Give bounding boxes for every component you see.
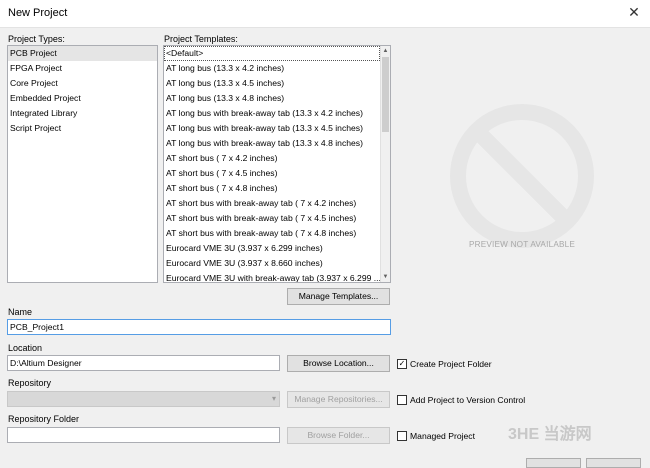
project-types-label: Project Types:	[8, 34, 65, 44]
create-folder-checkbox[interactable]: ✓	[397, 359, 407, 369]
repository-folder-label: Repository Folder	[8, 414, 80, 424]
templates-items: <Default> AT long bus (13.3 x 4.2 inches)…	[164, 46, 390, 282]
template-item[interactable]: AT long bus with break-away tab (13.3 x …	[164, 121, 380, 136]
template-item[interactable]: Eurocard VME 3U (3.937 x 8.660 inches)	[164, 256, 380, 271]
project-type-item[interactable]: PCB Project	[8, 46, 157, 61]
templates-scrollbar[interactable]: ▲ ▼	[380, 46, 390, 282]
check-icon: ✓	[398, 359, 406, 368]
no-entry-icon	[450, 104, 594, 248]
template-item[interactable]: Eurocard VME 3U (3.937 x 6.299 inches)	[164, 241, 380, 256]
template-item[interactable]: AT short bus with break-away tab ( 7 x 4…	[164, 211, 380, 226]
template-item[interactable]: AT short bus ( 7 x 4.8 inches)	[164, 181, 380, 196]
project-type-item[interactable]: FPGA Project	[8, 61, 157, 76]
project-type-item[interactable]: Integrated Library	[8, 106, 157, 121]
template-item[interactable]: AT long bus (13.3 x 4.5 inches)	[164, 76, 380, 91]
watermark: 3HE 当游网	[508, 426, 592, 443]
scroll-up-icon[interactable]: ▲	[381, 46, 390, 56]
manage-templates-button[interactable]: Manage Templates...	[287, 288, 390, 305]
project-templates-label: Project Templates:	[164, 34, 238, 44]
scrollbar-thumb[interactable]	[382, 57, 389, 132]
managed-project-checkbox[interactable]	[397, 431, 407, 441]
browse-folder-button[interactable]: Browse Folder...	[287, 427, 390, 444]
manage-repositories-button[interactable]: Manage Repositories...	[287, 391, 390, 408]
create-folder-label: Create Project Folder	[410, 359, 492, 369]
template-item[interactable]: AT long bus (13.3 x 4.8 inches)	[164, 91, 380, 106]
window-title: New Project	[8, 7, 68, 19]
project-type-item[interactable]: Embedded Project	[8, 91, 157, 106]
template-item[interactable]: AT short bus ( 7 x 4.5 inches)	[164, 166, 380, 181]
project-templates-list[interactable]: <Default> AT long bus (13.3 x 4.2 inches)…	[163, 45, 391, 283]
name-input[interactable]: PCB_Project1	[7, 319, 391, 335]
ok-button[interactable]	[526, 458, 581, 468]
template-item[interactable]: <Default>	[164, 46, 380, 61]
template-item[interactable]: AT short bus with break-away tab ( 7 x 4…	[164, 196, 380, 211]
version-control-label: Add Project to Version Control	[410, 395, 526, 405]
repository-select[interactable]: ▾	[7, 391, 280, 407]
project-type-item[interactable]: Script Project	[8, 121, 157, 136]
close-icon[interactable]: ✕	[624, 4, 644, 22]
chevron-down-icon: ▾	[271, 394, 276, 403]
managed-project-label: Managed Project	[410, 431, 475, 441]
project-type-item[interactable]: Core Project	[8, 76, 157, 91]
project-types-list[interactable]: PCB Project FPGA Project Core Project Embed…	[7, 45, 158, 283]
version-control-checkbox[interactable]	[397, 395, 407, 405]
scroll-down-icon[interactable]: ▼	[381, 272, 390, 282]
template-item[interactable]: AT long bus with break-away tab (13.3 x …	[164, 106, 380, 121]
browse-location-button[interactable]: Browse Location...	[287, 355, 390, 372]
title-bar: New Project ✕	[0, 0, 650, 28]
template-item[interactable]: AT short bus ( 7 x 4.2 inches)	[164, 151, 380, 166]
preview-text: PREVIEW NOT AVAILABLE	[468, 240, 576, 249]
template-item[interactable]: AT long bus (13.3 x 4.2 inches)	[164, 61, 380, 76]
location-label: Location	[8, 343, 43, 353]
cancel-button[interactable]	[586, 458, 641, 468]
template-item[interactable]: AT long bus with break-away tab (13.3 x …	[164, 136, 380, 151]
location-input[interactable]: D:\Altium Designer	[7, 355, 280, 371]
repository-folder-input[interactable]	[7, 427, 280, 443]
template-item[interactable]: AT short bus with break-away tab ( 7 x 4…	[164, 226, 380, 241]
template-item[interactable]: Eurocard VME 3U with break-away tab (3.9…	[164, 271, 381, 282]
name-label: Name	[8, 307, 33, 317]
repository-label: Repository	[8, 378, 52, 388]
